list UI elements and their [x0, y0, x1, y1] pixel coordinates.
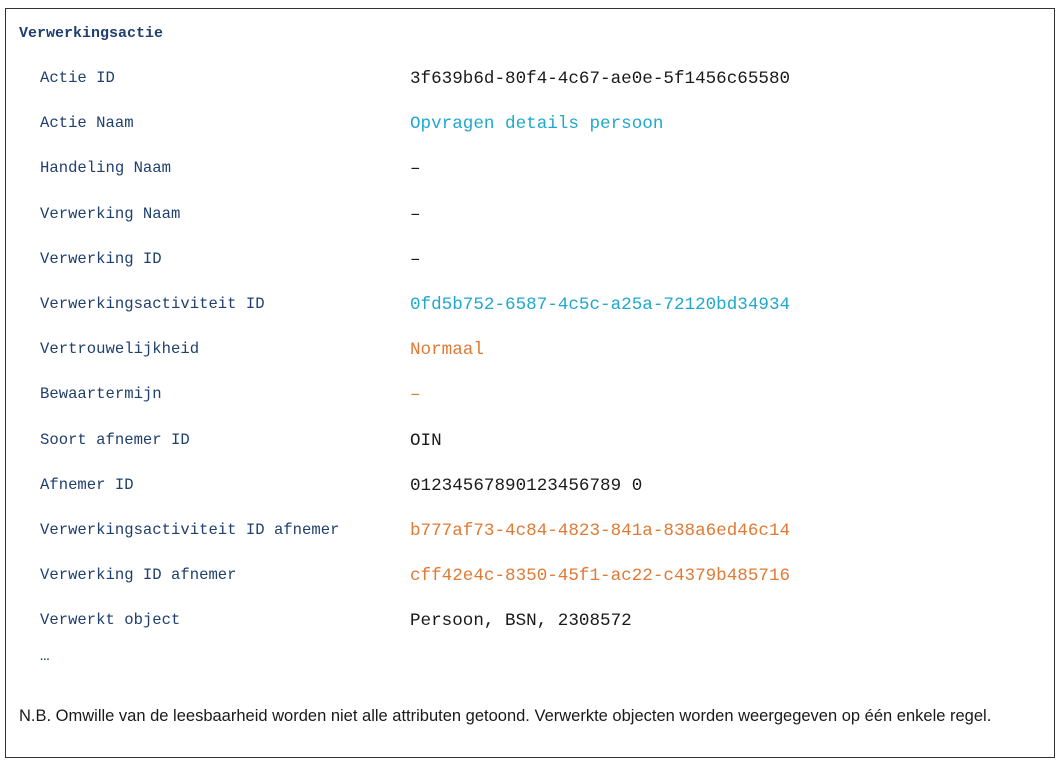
- attribute-list: Actie ID 3f639b6d-80f4-4c67-ae0e-5f1456c…: [6, 61, 1054, 648]
- more-attributes-ellipsis: …: [40, 647, 50, 665]
- attribute-label: Verwerking ID: [40, 249, 162, 268]
- attribute-label: Verwerkt object: [40, 611, 181, 630]
- attribute-row: Vertrouwelijkheid Normaal: [6, 332, 1054, 377]
- attribute-row: Verwerkingsactiviteit ID 0fd5b752-6587-4…: [6, 287, 1054, 332]
- attribute-row: Afnemer ID 01234567890123456789 0: [6, 468, 1054, 513]
- attribute-row: Actie ID 3f639b6d-80f4-4c67-ae0e-5f1456c…: [6, 61, 1054, 106]
- attribute-label: Vertrouwelijkheid: [40, 340, 200, 359]
- attribute-value: Normaal: [410, 340, 484, 361]
- attribute-row: Verwerking ID –: [6, 242, 1054, 287]
- attribute-value: 01234567890123456789 0: [410, 475, 643, 496]
- attribute-label: Verwerkingsactiviteit ID afnemer: [40, 520, 340, 539]
- attribute-value: cff42e4c-8350-45f1-ac22-c4379b485716: [410, 566, 791, 587]
- attribute-row: Soort afnemer ID OIN: [6, 423, 1054, 468]
- attribute-label: Soort afnemer ID: [40, 430, 190, 449]
- attribute-value: Opvragen details persoon: [410, 114, 664, 135]
- attribute-row: Bewaartermijn –: [6, 377, 1054, 422]
- attribute-label: Afnemer ID: [40, 475, 134, 494]
- attribute-value: –: [410, 249, 421, 270]
- panel-title: Verwerkingsactie: [19, 25, 164, 42]
- attribute-value: 0fd5b752-6587-4c5c-a25a-72120bd34934: [410, 294, 791, 315]
- attribute-value: –: [410, 159, 421, 180]
- attribute-row: Verwerking ID afnemer cff42e4c-8350-45f1…: [6, 558, 1054, 603]
- attribute-label: Verwerking ID afnemer: [40, 566, 237, 585]
- attribute-label: Handeling Naam: [40, 159, 172, 178]
- footnote: N.B. Omwille van de leesbaarheid worden …: [19, 707, 992, 725]
- attribute-label: Verwerking Naam: [40, 204, 181, 223]
- attribute-value: b777af73-4c84-4823-841a-838a6ed46c14: [410, 520, 791, 541]
- attribute-row: Actie Naam Opvragen details persoon: [6, 106, 1054, 151]
- attribute-row: Verwerkingsactiviteit ID afnemer b777af7…: [6, 513, 1054, 558]
- attribute-row: Handeling Naam –: [6, 151, 1054, 196]
- attribute-value: 3f639b6d-80f4-4c67-ae0e-5f1456c65580: [410, 69, 791, 89]
- attribute-value: –: [410, 385, 421, 406]
- attribute-value: Persoon, BSN, 2308572: [410, 611, 632, 632]
- attribute-label: Actie ID: [40, 69, 115, 87]
- attribute-row: Verwerkt object Persoon, BSN, 2308572: [6, 603, 1054, 648]
- verwerkingsactie-panel: Verwerkingsactie Actie ID 3f639b6d-80f4-…: [5, 8, 1055, 758]
- attribute-label: Bewaartermijn: [40, 385, 162, 404]
- attribute-value: –: [410, 204, 421, 225]
- attribute-row: Verwerking Naam –: [6, 197, 1054, 242]
- attribute-value: OIN: [410, 430, 442, 451]
- attribute-label: Actie Naam: [40, 114, 134, 133]
- attribute-label: Verwerkingsactiviteit ID: [40, 294, 265, 313]
